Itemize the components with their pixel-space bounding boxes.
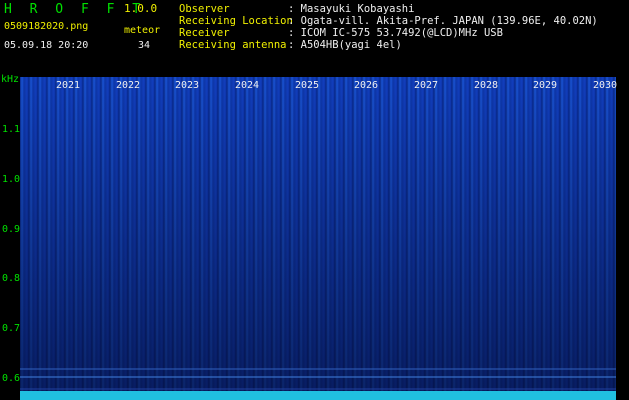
- x-tick: 2025: [295, 80, 320, 91]
- antenna-value: : A504HB(yagi 4el): [288, 39, 402, 51]
- x-tick: 2024: [235, 80, 260, 91]
- meteor-count: 34: [138, 40, 151, 51]
- app-version: 1.0.0: [124, 2, 158, 15]
- meteor-label: meteor: [124, 25, 161, 36]
- x-tick: 2022: [116, 80, 141, 91]
- x-tick: 2030: [593, 80, 618, 91]
- x-tick: 2029: [533, 80, 558, 91]
- spectrogram-overlay: [20, 368, 616, 400]
- y-axis-unit: kHz: [1, 74, 20, 85]
- antenna-label: Receiving antenna: [179, 39, 287, 51]
- y-tick: 1.0: [2, 174, 21, 185]
- x-tick: 2028: [474, 80, 499, 91]
- location-value: : Ogata-vill. Akita-Pref. JAPAN (139.96E…: [288, 15, 598, 27]
- y-tick: 0.7: [2, 323, 21, 334]
- y-tick: 0.6: [2, 373, 21, 384]
- date-time: 05.09.18 20:20: [4, 40, 89, 51]
- file-name: 0509182020.png: [4, 21, 89, 32]
- observer-label: Observer: [179, 3, 230, 15]
- x-tick: 2027: [414, 80, 439, 91]
- observer-value: : Masayuki Kobayashi: [288, 3, 415, 15]
- x-tick: 2021: [56, 80, 81, 91]
- receiver-label: Receiver: [179, 27, 230, 39]
- location-label: Receiving Location: [179, 15, 293, 27]
- noise-floor-band: [20, 391, 616, 400]
- y-tick: 0.9: [2, 224, 21, 235]
- y-tick: 0.8: [2, 273, 21, 284]
- y-tick: 1.1: [2, 124, 21, 135]
- spectrogram-plot: [20, 77, 616, 400]
- receiver-value: : ICOM IC-575 53.7492(@LCD)MHz USB: [288, 27, 503, 39]
- x-tick: 2023: [175, 80, 200, 91]
- x-tick: 2026: [354, 80, 379, 91]
